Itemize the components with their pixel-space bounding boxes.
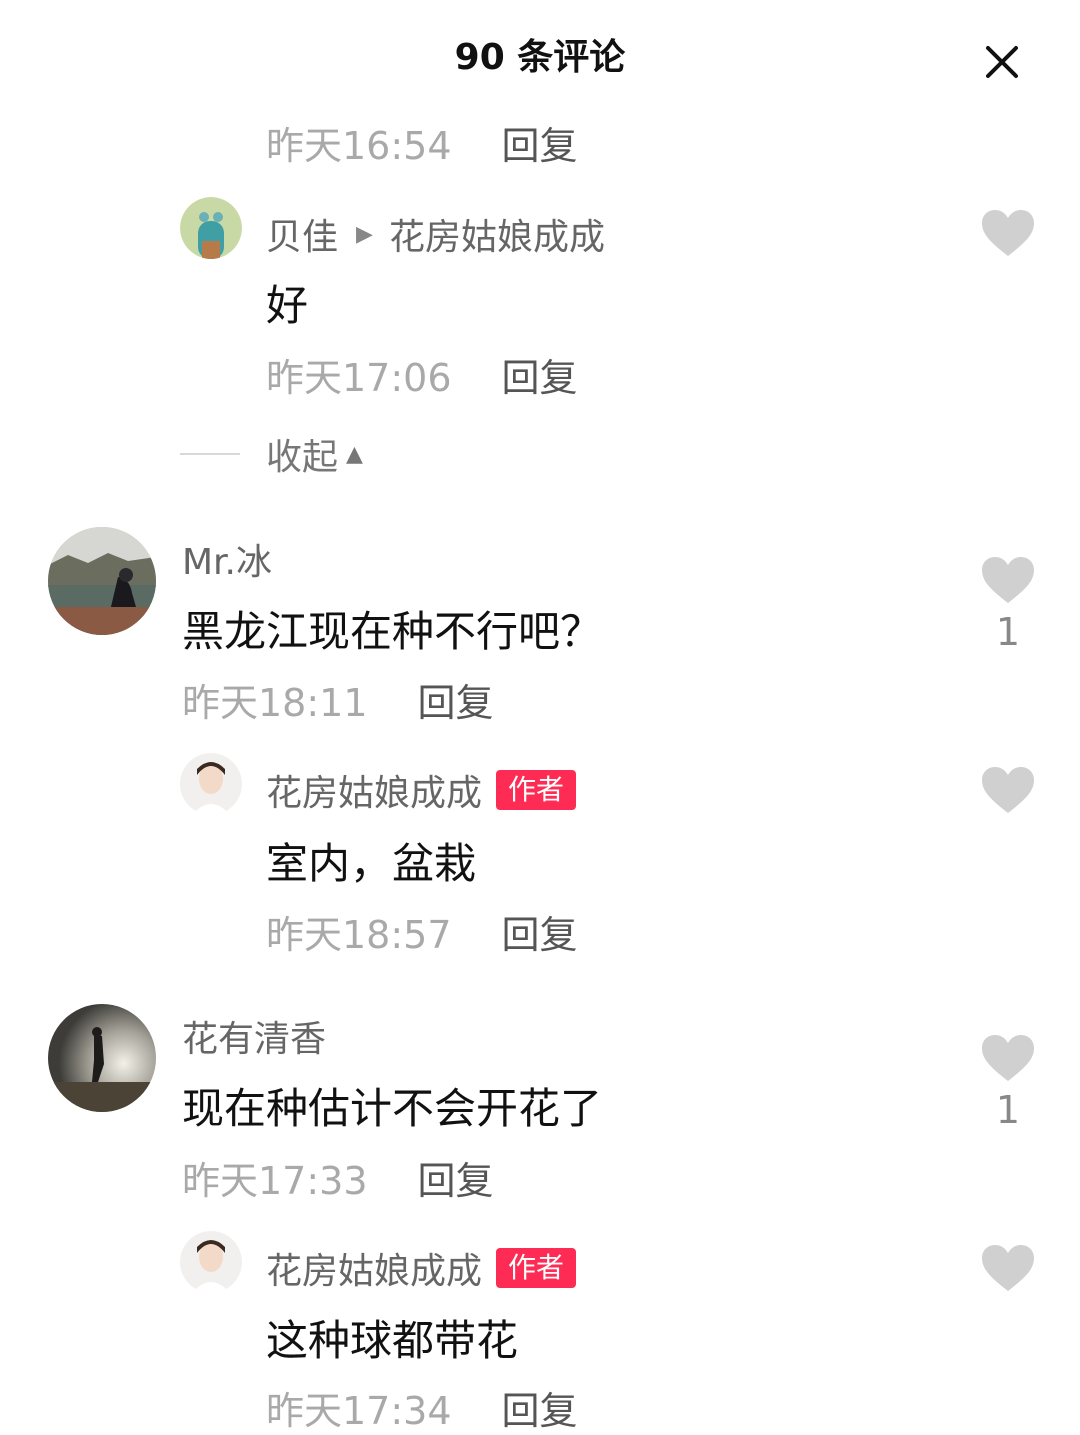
reply-button[interactable]: 回复 bbox=[418, 1150, 494, 1205]
like-count: 1 bbox=[995, 1088, 1021, 1132]
play-arrow-icon: ▶ bbox=[356, 221, 373, 247]
comment-text: 室内，盆栽 bbox=[266, 839, 477, 888]
reply-button[interactable]: 回复 bbox=[502, 115, 578, 170]
comment-meta: 昨天18:11 回复 bbox=[182, 672, 494, 727]
author-badge: 作者 bbox=[496, 770, 577, 810]
timestamp: 昨天18:11 bbox=[182, 681, 368, 725]
reply-button[interactable]: 回复 bbox=[418, 672, 494, 727]
heart-icon[interactable] bbox=[980, 765, 1036, 815]
comment-text: 好 bbox=[266, 281, 309, 330]
reply-author-line: 花房姑娘成成 作者 bbox=[266, 1242, 577, 1294]
avatar[interactable] bbox=[180, 197, 242, 259]
comment-meta: 昨天16:54 回复 bbox=[266, 115, 578, 170]
heart-icon[interactable] bbox=[980, 555, 1036, 605]
comment-meta: 昨天17:06 回复 bbox=[266, 347, 578, 402]
timestamp: 昨天18:57 bbox=[266, 913, 452, 957]
timestamp: 昨天16:54 bbox=[266, 124, 452, 168]
reply-button[interactable]: 回复 bbox=[502, 347, 578, 402]
reply-author-line: 花房姑娘成成 作者 bbox=[266, 764, 577, 816]
comment-text: 这种球都带花 bbox=[266, 1316, 519, 1365]
username[interactable]: 花房姑娘成成 bbox=[266, 1242, 482, 1294]
timestamp: 昨天17:33 bbox=[182, 1159, 368, 1203]
reply-to-username[interactable]: 花房姑娘成成 bbox=[389, 208, 605, 260]
username[interactable]: 花房姑娘成成 bbox=[266, 764, 482, 816]
avatar[interactable] bbox=[180, 753, 242, 815]
reply-button[interactable]: 回复 bbox=[502, 904, 578, 959]
triangle-up-icon: ▲ bbox=[346, 441, 363, 467]
avatar[interactable] bbox=[48, 527, 156, 635]
timestamp: 昨天17:06 bbox=[266, 356, 452, 400]
avatar[interactable] bbox=[180, 1231, 242, 1293]
author-badge: 作者 bbox=[496, 1248, 577, 1288]
username[interactable]: Mr.冰 bbox=[182, 533, 272, 585]
heart-icon[interactable] bbox=[980, 208, 1036, 258]
username[interactable]: 贝佳 bbox=[266, 208, 338, 260]
username[interactable]: 花有清香 bbox=[182, 1010, 326, 1062]
comment-meta: 昨天18:57 回复 bbox=[266, 904, 578, 959]
heart-icon[interactable] bbox=[980, 1033, 1036, 1083]
like-count: 1 bbox=[995, 610, 1021, 654]
avatar[interactable] bbox=[48, 1004, 156, 1112]
comments-title: 90 条评论 bbox=[454, 37, 626, 78]
collapse-label: 收起 bbox=[266, 437, 339, 478]
collapse-replies[interactable]: 收起 ▲ bbox=[180, 428, 363, 480]
heart-icon[interactable] bbox=[980, 1243, 1036, 1293]
comment-text: 现在种估计不会开花了 bbox=[182, 1084, 603, 1133]
reply-author-line: 贝佳 ▶ 花房姑娘成成 bbox=[266, 208, 605, 260]
comment-meta: 昨天17:33 回复 bbox=[182, 1150, 494, 1205]
divider bbox=[180, 453, 240, 455]
comment-text: 黑龙江现在种不行吧？ bbox=[182, 607, 603, 656]
close-icon[interactable] bbox=[980, 40, 1024, 84]
